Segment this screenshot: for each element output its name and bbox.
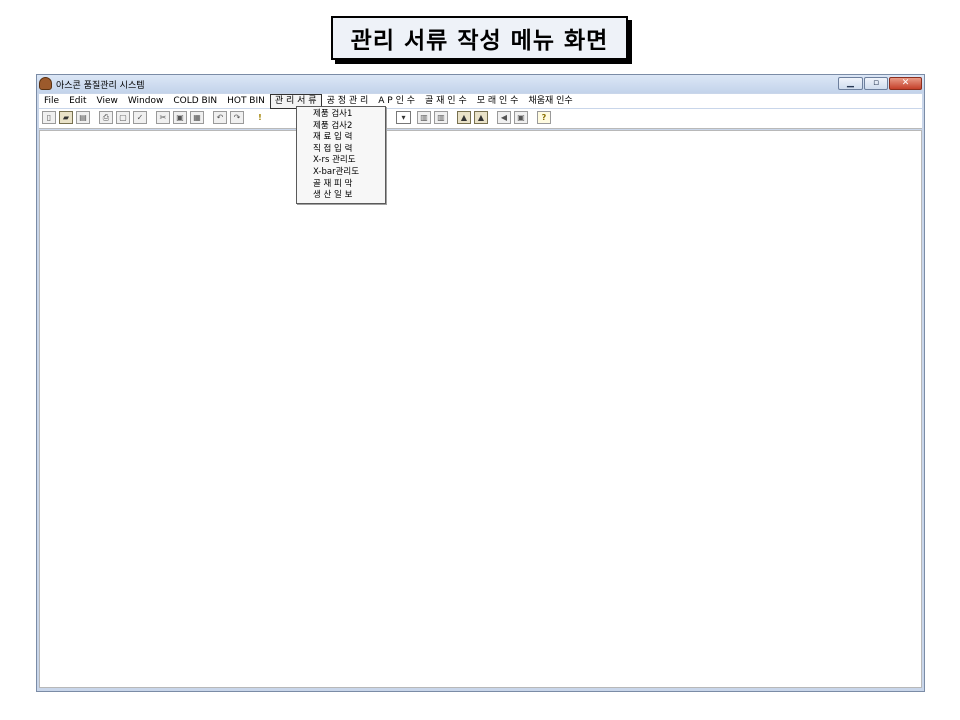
spell-check-icon[interactable]: ✓ [133, 111, 147, 124]
dropdown-item-direct-input[interactable]: 직 접 입 력 [297, 144, 385, 156]
dropdown-item-product-inspection-1[interactable]: 제품 검사1 [297, 109, 385, 121]
dropdown-item-aggregate-coating[interactable]: 골 재 피 막 [297, 179, 385, 191]
menu-hot-bin[interactable]: HOT BIN [222, 95, 270, 108]
menu-window[interactable]: Window [123, 95, 169, 108]
redo-icon[interactable]: ↷ [230, 111, 244, 124]
management-docs-dropdown: 제품 검사1 제품 검사2 재 료 입 력 직 접 입 력 X-rs 관리도 X… [296, 106, 386, 204]
print-preview-icon[interactable]: ▢ [116, 111, 130, 124]
new-file-icon[interactable]: ▯ [42, 111, 56, 124]
paste-icon[interactable]: ▦ [190, 111, 204, 124]
print-icon[interactable]: ⎙ [99, 111, 113, 124]
menu-sand-receipt[interactable]: 모 래 인 수 [472, 95, 524, 108]
maximize-button[interactable]: ▫ [864, 77, 888, 90]
dropdown-item-material-input[interactable]: 재 료 입 력 [297, 132, 385, 144]
app-icon [39, 77, 52, 90]
menu-view[interactable]: View [92, 95, 123, 108]
copy-icon[interactable]: ▣ [173, 111, 187, 124]
dropdown-item-xrs-control-chart[interactable]: X-rs 관리도 [297, 155, 385, 167]
dropdown-item-xbar-control-chart[interactable]: X-bar관리도 [297, 167, 385, 179]
open-folder-icon[interactable]: ▰ [59, 111, 73, 124]
menu-aggregate-receipt[interactable]: 골 재 인 수 [420, 95, 472, 108]
menu-cold-bin[interactable]: COLD BIN [168, 95, 222, 108]
back-icon[interactable]: ◀ [497, 111, 511, 124]
minimize-button[interactable]: ▁ [838, 77, 863, 90]
chart-icon[interactable]: ▥ [434, 111, 448, 124]
exclamation-icon[interactable]: ! [253, 111, 267, 124]
dropdown-item-production-daily-report[interactable]: 생 산 일 보 [297, 190, 385, 202]
client-area[interactable] [39, 130, 922, 688]
menu-bar: File Edit View Window COLD BIN HOT BIN 관… [39, 93, 922, 109]
menu-file[interactable]: File [39, 95, 64, 108]
toolbar: ▯ ▰ ▤ ⎙ ▢ ✓ ✂ ▣ ▦ ↶ ↷ ! ▾ ▥ ▥ ▲ ▲ ◀ ▣ ? [39, 109, 922, 129]
menu-edit[interactable]: Edit [64, 95, 91, 108]
close-button[interactable]: ✕ [889, 77, 922, 90]
help-icon[interactable]: ? [537, 111, 551, 124]
menu-filler-receipt[interactable]: 채움재 인수 [523, 95, 577, 108]
combo-dropdown-button[interactable]: ▾ [396, 111, 411, 124]
grid-icon[interactable]: ▥ [417, 111, 431, 124]
save-icon[interactable]: ▤ [76, 111, 90, 124]
edit-icon[interactable]: ▣ [514, 111, 528, 124]
app-window: 아스콘 품질관리 시스템 ▁ ▫ ✕ File Edit View Window… [36, 74, 925, 692]
title-bar: 아스콘 품질관리 시스템 ▁ ▫ ✕ [37, 75, 924, 93]
cut-icon[interactable]: ✂ [156, 111, 170, 124]
window-title: 아스콘 품질관리 시스템 [56, 81, 145, 91]
report-print-icon[interactable]: ▲ [474, 111, 488, 124]
undo-icon[interactable]: ↶ [213, 111, 227, 124]
dropdown-item-product-inspection-2[interactable]: 제품 검사2 [297, 121, 385, 133]
slide-caption: 관리 서류 작성 메뉴 화면 [331, 16, 628, 60]
report-icon[interactable]: ▲ [457, 111, 471, 124]
